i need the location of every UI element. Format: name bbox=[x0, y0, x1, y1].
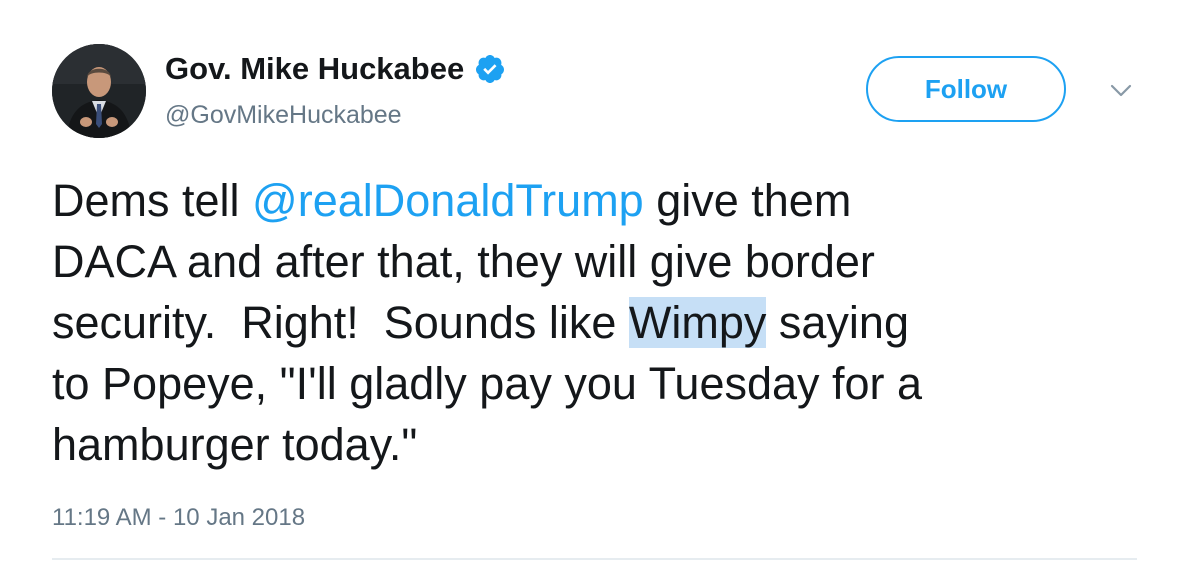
tweet-timestamp[interactable]: 11:19 AM - 10 Jan 2018 bbox=[52, 503, 305, 533]
author-display-name[interactable]: Gov. Mike Huckabee bbox=[165, 50, 464, 88]
tweet-text-line: Dems tell @realDonaldTrump give them bbox=[52, 170, 1152, 231]
selected-text[interactable]: Wimpy bbox=[628, 297, 767, 348]
avatar-photo-icon bbox=[52, 44, 146, 138]
text-segment: security. Right! Sounds like bbox=[52, 297, 629, 348]
mention-link[interactable]: @realDonaldTrump bbox=[252, 175, 644, 226]
text-segment: saying bbox=[766, 297, 909, 348]
tweet-text-line: hamburger today." bbox=[52, 419, 418, 470]
verified-badge-icon bbox=[474, 53, 506, 85]
follow-button[interactable]: Follow bbox=[866, 56, 1066, 122]
divider bbox=[52, 558, 1137, 560]
tweet-text: Dems tell @realDonaldTrump give them DAC… bbox=[52, 170, 1152, 475]
author-name-row: Gov. Mike Huckabee bbox=[165, 50, 506, 88]
text-segment: Dems tell bbox=[52, 175, 253, 226]
tweet-text-line: DACA and after that, they will give bord… bbox=[52, 236, 875, 287]
text-segment: give them bbox=[643, 175, 852, 226]
author-handle[interactable]: @GovMikeHuckabee bbox=[165, 99, 402, 131]
tweet-text-line: security. Right! Sounds like Wimpy sayin… bbox=[52, 292, 1152, 353]
avatar[interactable] bbox=[52, 44, 146, 138]
chevron-down-icon[interactable] bbox=[1106, 80, 1136, 100]
tweet-text-line: to Popeye, "I'll gladly pay you Tuesday … bbox=[52, 358, 923, 409]
